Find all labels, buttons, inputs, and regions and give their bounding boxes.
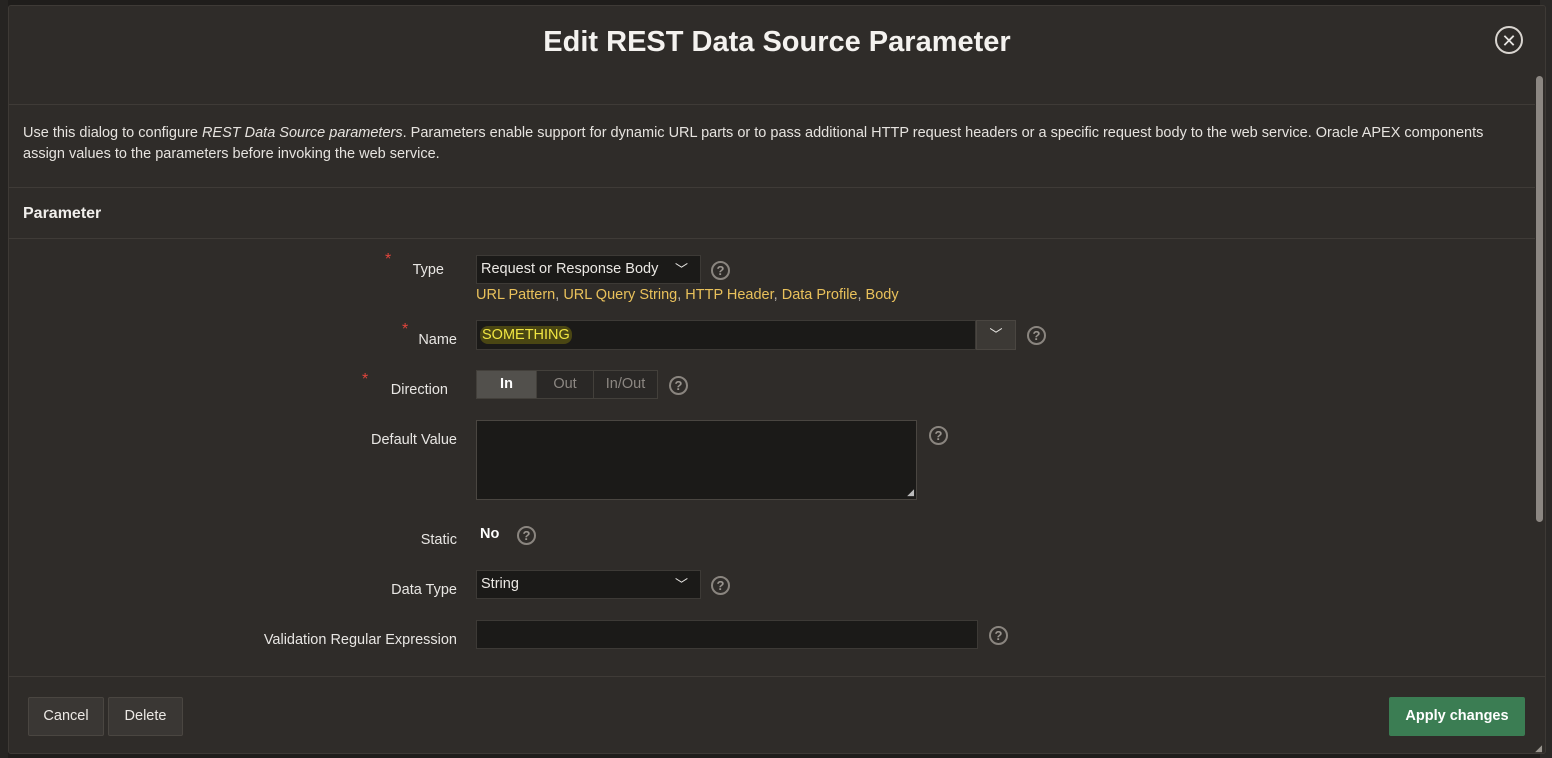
chevron-down-icon: ﹀ (989, 327, 1003, 342)
static-value: No (480, 526, 500, 542)
help-text-emphasis: REST Data Source parameters (201, 125, 403, 141)
default-value-textarea[interactable]: ◢ (476, 420, 917, 500)
direction-option-in-out[interactable]: In/Out (593, 370, 658, 399)
regex-label: Validation Regular Expression (263, 632, 457, 648)
apply-changes-button[interactable]: Apply changes (1389, 697, 1525, 736)
help-icon[interactable]: ? (517, 526, 536, 545)
type-link-url-query-string[interactable]: URL Query String (563, 287, 677, 303)
type-link-body[interactable]: Body (866, 287, 899, 303)
dialog-scrollbar-thumb[interactable] (1536, 76, 1543, 522)
direction-option-out[interactable]: Out (536, 370, 594, 399)
type-link-http-header[interactable]: HTTP Header (685, 287, 773, 303)
data-type-select-value: String (481, 576, 519, 592)
type-label: Type (412, 262, 444, 278)
static-label: Static (420, 532, 457, 548)
dialog-resize-grip-icon[interactable]: ◢ (1535, 743, 1542, 753)
type-link-data-profile[interactable]: Data Profile (782, 287, 858, 303)
type-link-url-pattern[interactable]: URL Pattern (476, 287, 555, 303)
data-type-label: Data Type (391, 582, 457, 598)
name-input-value: SOMETHING (480, 326, 572, 344)
divider (9, 238, 1535, 239)
direction-option-in[interactable]: In (476, 370, 537, 399)
help-icon[interactable]: ? (669, 376, 688, 395)
close-icon[interactable]: ✕ (1495, 26, 1523, 54)
chevron-down-icon: ﹀ (674, 262, 688, 277)
help-icon[interactable]: ? (929, 426, 948, 445)
chevron-down-icon: ﹀ (674, 577, 688, 592)
default-value-label: Default Value (371, 432, 457, 448)
help-icon[interactable]: ? (1027, 326, 1046, 345)
type-select-value: Request or Response Body (481, 261, 659, 277)
type-links: URL Pattern, URL Query String, HTTP Head… (476, 287, 899, 303)
help-text-part: Use this dialog to configure (23, 125, 202, 141)
edit-parameter-dialog: Edit REST Data Source Parameter ✕ Use th… (8, 5, 1546, 754)
section-title: Parameter (23, 205, 102, 222)
dialog-header: Edit REST Data Source Parameter ✕ (9, 6, 1545, 105)
dialog-footer: Cancel Delete Apply changes ◢ (9, 676, 1545, 753)
data-type-select[interactable]: String ﹀ (476, 570, 701, 599)
help-icon[interactable]: ? (711, 261, 730, 280)
dialog-title: Edit REST Data Source Parameter (543, 26, 1011, 58)
cancel-button[interactable]: Cancel (28, 697, 104, 736)
name-dropdown-button[interactable]: ﹀ (976, 320, 1016, 350)
help-icon[interactable]: ? (711, 576, 730, 595)
help-icon[interactable]: ? (989, 626, 1008, 645)
divider (9, 187, 1535, 188)
name-label: Name (418, 332, 457, 348)
direction-label: Direction (390, 382, 448, 398)
background-page-left (0, 0, 8, 758)
delete-button[interactable]: Delete (108, 697, 183, 736)
validation-regex-input[interactable] (476, 620, 978, 649)
dialog-help-text: Use this dialog to configure REST Data S… (23, 123, 1503, 165)
name-input[interactable]: SOMETHING (476, 320, 976, 350)
resize-handle-icon[interactable]: ◢ (907, 487, 914, 498)
type-select[interactable]: Request or Response Body ﹀ (476, 255, 701, 284)
dialog-body: Use this dialog to configure REST Data S… (9, 105, 1535, 667)
